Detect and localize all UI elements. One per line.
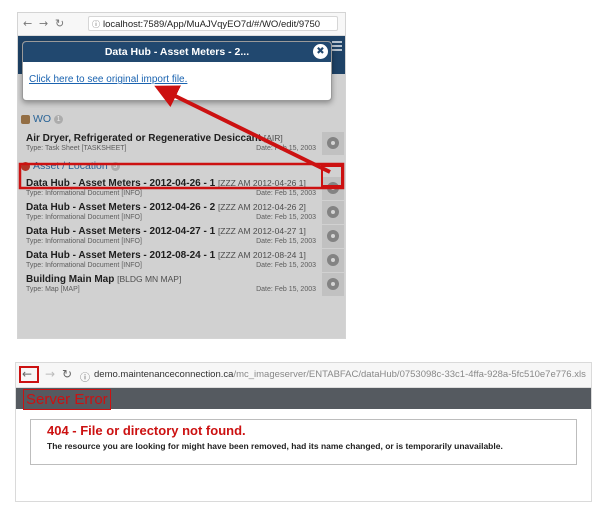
bottom-browser-window: ← → ↻ ⓘ demo.maintenanceconnection.ca/mc…: [15, 362, 592, 502]
top-browser-window: ← → ↻ ⓘ localhost:7589/App/MuAJVqyEO7d/#/…: [17, 12, 346, 339]
import-file-modal: Data Hub - Asset Meters - 2... ✖ Click h…: [22, 41, 332, 101]
back-icon[interactable]: ←: [23, 17, 32, 30]
modal-title: Data Hub - Asset Meters - 2...: [104, 46, 250, 58]
reload-icon[interactable]: ↻: [55, 17, 64, 30]
url-field[interactable]: ⓘ localhost:7589/App/MuAJVqyEO7d/#/WO/edi…: [88, 16, 338, 31]
reload-icon[interactable]: ↻: [62, 367, 72, 381]
info-icon: ⓘ: [92, 20, 100, 29]
address-bar: ← → ↻ ⓘ demo.maintenanceconnection.ca/mc…: [16, 363, 591, 388]
forward-icon[interactable]: →: [39, 17, 48, 30]
url-path: /mc_imageserver/ENTABFAC/dataHub/0753098…: [233, 369, 586, 380]
original-file-link[interactable]: Click here to see original import file.: [29, 74, 187, 85]
forward-icon[interactable]: →: [45, 367, 55, 381]
url-field[interactable]: demo.maintenanceconnection.ca/mc_imagese…: [94, 367, 588, 383]
back-highlight-box: [19, 366, 39, 383]
server-error-bar: Server Error: [16, 388, 591, 410]
modal-header: Data Hub - Asset Meters - 2... ✖: [23, 42, 331, 62]
error-heading: 404 - File or directory not found.: [47, 423, 246, 438]
close-icon[interactable]: ✖: [313, 44, 328, 59]
url-text: localhost:7589/App/MuAJVqyEO7d/#/WO/edit…: [103, 19, 321, 30]
info-icon: ⓘ: [80, 373, 90, 384]
error-content-box: 404 - File or directory not found. The r…: [30, 419, 577, 465]
url-host: demo.maintenanceconnection.ca: [94, 369, 234, 380]
address-bar: ← → ↻ ⓘ localhost:7589/App/MuAJVqyEO7d/#/…: [18, 13, 345, 36]
server-error-title: Server Error: [23, 389, 111, 410]
error-message: The resource you are looking for might h…: [47, 441, 503, 451]
